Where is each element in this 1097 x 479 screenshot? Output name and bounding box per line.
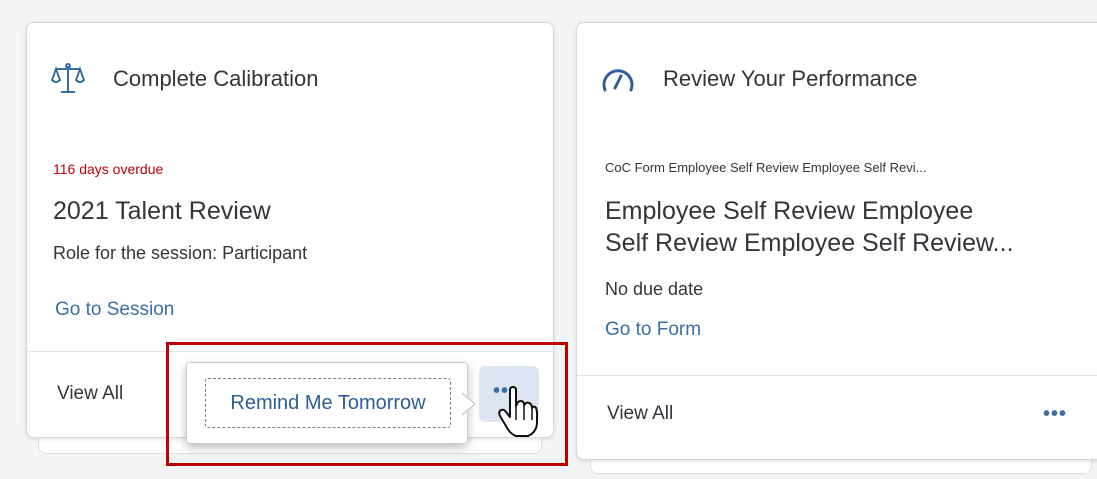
review-your-performance-card[interactable]: Review Your Performance CoC Form Employe… (576, 22, 1097, 460)
highlight-box (166, 342, 568, 466)
card-divider (577, 375, 1097, 376)
scale-icon (51, 62, 85, 96)
item-title-line-2: Self Review Employee Self Review... (605, 229, 1014, 257)
due-date: No due date (605, 279, 704, 299)
go-to-form-link[interactable]: Go to Form (605, 319, 701, 341)
card-title: Review Your Performance (663, 66, 918, 91)
view-all-link[interactable]: View All (607, 403, 673, 425)
item-title: 2021 Talent Review (53, 197, 271, 225)
overdue-status: 116 days overdue (53, 161, 164, 177)
go-to-session-link[interactable]: Go to Session (55, 299, 174, 321)
item-title-line-1: Employee Self Review Employee (605, 197, 974, 225)
more-options-button[interactable]: ••• (1043, 403, 1067, 426)
card-header: Complete Calibration (51, 61, 318, 97)
card-header: Review Your Performance (601, 61, 917, 97)
gauge-icon (601, 62, 635, 96)
view-all-link[interactable]: View All (57, 383, 123, 405)
form-subtitle: CoC Form Employee Self Review Employee S… (605, 160, 927, 175)
session-role: Role for the session: Participant (53, 243, 308, 263)
card-title: Complete Calibration (113, 66, 319, 91)
